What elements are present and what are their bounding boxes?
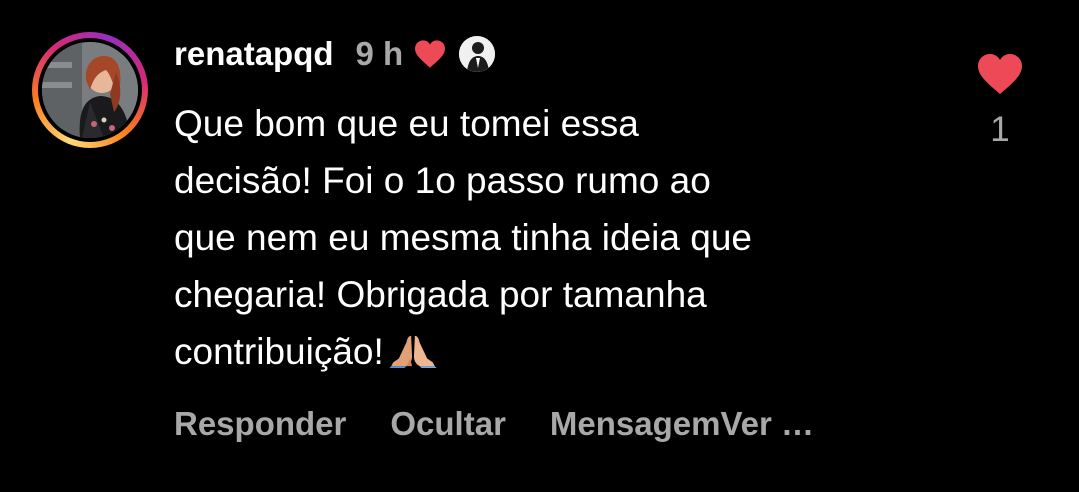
praying-hands-icon: [389, 335, 437, 368]
like-heart-icon[interactable]: [975, 52, 1025, 96]
hide-button[interactable]: Ocultar: [390, 405, 506, 443]
like-column: 1: [975, 52, 1025, 150]
avatar-story-ring[interactable]: [32, 32, 148, 148]
message-button[interactable]: Mensagem: [550, 405, 721, 443]
like-count[interactable]: 1: [975, 110, 1025, 150]
comment-text-line: contribuição!: [174, 331, 384, 372]
comment-text: Que bom que eu tomei essa decisão! Foi o…: [174, 95, 954, 380]
avatar-ring-gap: [38, 38, 142, 142]
comment-text-line: chegaria! Obrigada por tamanha: [174, 274, 707, 315]
creator-avatar: [459, 36, 496, 72]
comment-text-line: que nem eu mesma tinha ideia que: [174, 217, 752, 258]
comment-item: renatapqd 9 h Que bom que eu tomei essa …: [0, 0, 1079, 492]
comment-timestamp: 9 h: [355, 35, 404, 72]
username-link[interactable]: renatapqd: [174, 35, 334, 73]
comment-text-line: decisão! Foi o 1o passo rumo ao: [174, 160, 711, 201]
avatar-photo: [42, 42, 138, 138]
see-more-button[interactable]: Ver …: [720, 405, 814, 443]
liked-by-creator-heart-icon: [415, 40, 446, 68]
comment-text-line: Que bom que eu tomei essa: [174, 103, 639, 144]
reply-button[interactable]: Responder: [174, 405, 346, 443]
avatar[interactable]: [42, 42, 138, 138]
comment-header: renatapqd 9 h: [174, 30, 496, 78]
comment-actions: Responder Ocultar Mensagem Ver …: [174, 400, 814, 448]
